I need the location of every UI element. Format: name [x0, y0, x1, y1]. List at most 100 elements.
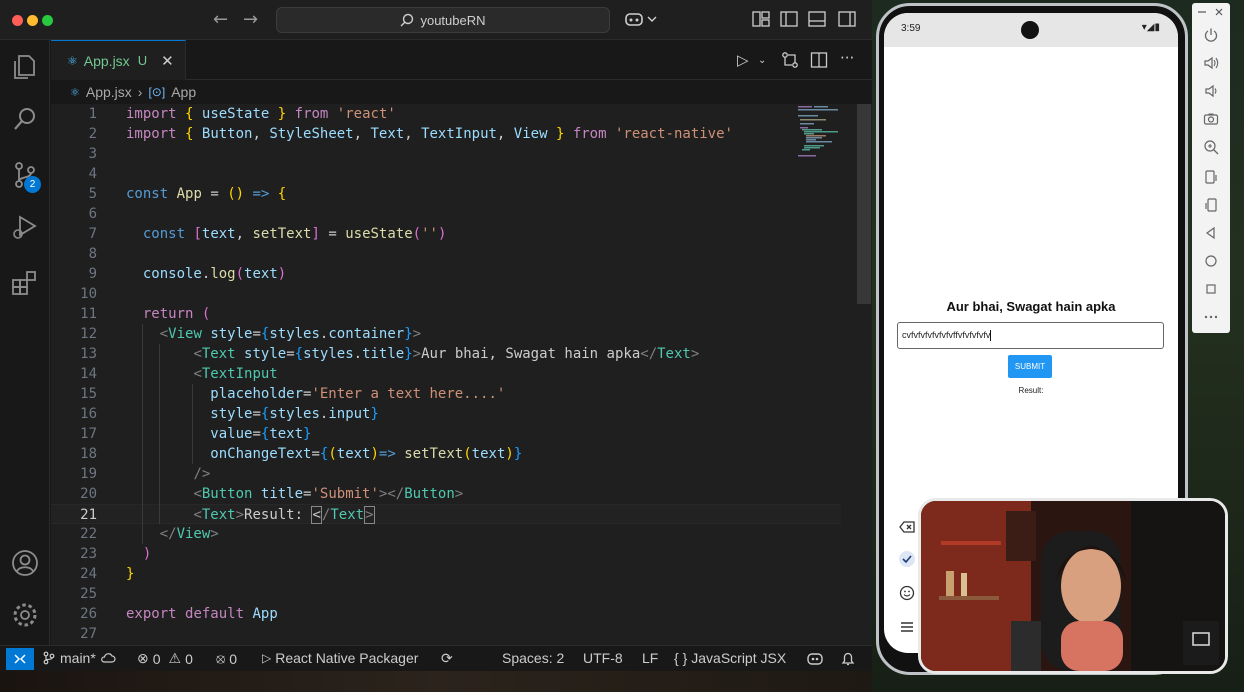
forward-arrow-icon[interactable]: →: [243, 9, 258, 30]
toggle-panel-icon[interactable]: [808, 10, 826, 28]
volume-up-icon[interactable]: [1203, 55, 1219, 71]
sync-cloud-icon: [100, 653, 116, 663]
packager-label: React Native Packager: [275, 650, 419, 666]
eol-status[interactable]: LF: [642, 650, 658, 666]
copilot-status-icon[interactable]: [806, 651, 824, 667]
more-actions-icon[interactable]: ···: [840, 49, 854, 67]
text-caret: [990, 330, 992, 342]
error-icon: ⊗: [137, 650, 149, 666]
power-icon[interactable]: [1203, 27, 1219, 43]
minimize-emulator-icon[interactable]: [1197, 7, 1207, 17]
run-debug-icon[interactable]: [10, 212, 40, 242]
minimize-window-button[interactable]: [27, 15, 38, 26]
overview-square-icon[interactable]: [1203, 281, 1219, 297]
code-line: 24}: [51, 564, 841, 584]
status-bar: main* ⊗ 0 ⚠ 0 ⦻ 0 ▷ React Native Packager ⟳…: [0, 645, 872, 671]
screenshot-camera-icon[interactable]: [1203, 111, 1219, 127]
line-number: 16: [80, 406, 97, 422]
react-native-packager-status[interactable]: ▷ React Native Packager: [262, 650, 418, 666]
breadcrumb-symbol[interactable]: App: [171, 84, 196, 100]
vscode-window: ← → youtubeRN 2 ⚛ App.jsx U ✕ ▷ ⌄ ··· ⚛ …: [0, 0, 872, 672]
warning-icon: ⚠: [168, 650, 182, 666]
breadcrumb: ⚛ App.jsx › [⊙] App: [70, 82, 196, 102]
code-line: 17 value={text}: [51, 424, 841, 444]
tab-app-jsx[interactable]: ⚛ App.jsx U ✕: [51, 40, 186, 80]
volume-down-icon[interactable]: [1203, 83, 1219, 99]
line-number: 2: [88, 126, 97, 142]
app-submit-button[interactable]: SUBMIT: [1008, 355, 1052, 378]
code-line: 27: [51, 624, 841, 644]
source-control-badge: 2: [24, 176, 41, 193]
copilot-icon[interactable]: [624, 10, 658, 28]
indent-guide: [159, 344, 160, 524]
app-result-text: Result:: [1018, 386, 1044, 395]
symbol-variable-icon: [⊙]: [148, 85, 166, 99]
search-icon[interactable]: [10, 104, 40, 134]
ports-count: 0: [229, 650, 238, 667]
breadcrumb-file[interactable]: App.jsx: [86, 84, 132, 100]
language-mode-status[interactable]: { } JavaScript JSX: [674, 650, 786, 666]
more-options-icon[interactable]: [1203, 309, 1219, 325]
close-tab-icon[interactable]: ✕: [161, 52, 174, 70]
line-number: 23: [80, 546, 97, 562]
extensions-icon[interactable]: [10, 268, 40, 298]
close-window-button[interactable]: [12, 15, 23, 26]
error-count: 0: [152, 650, 161, 667]
toggle-secondary-sidebar-icon[interactable]: [838, 10, 856, 28]
close-emulator-icon[interactable]: [1214, 7, 1224, 17]
minimap[interactable]: [796, 104, 846, 164]
title-bar: ← → youtubeRN: [0, 0, 872, 40]
presenter-video-frame: [921, 501, 1225, 671]
toggle-sidebar-icon[interactable]: [780, 10, 798, 28]
run-file-icon[interactable]: ▷: [737, 51, 749, 69]
ports-icon: ⦻: [216, 650, 226, 666]
split-editor-icon[interactable]: [810, 51, 828, 69]
back-arrow-icon[interactable]: ←: [213, 9, 228, 30]
code-line: 18 onChangeText={(text)=> setText(text)}: [51, 444, 841, 464]
code-line: 2 import { Button, StyleSheet, Text, Text…: [51, 124, 841, 144]
rotate-right-icon[interactable]: [1203, 197, 1219, 213]
ports-status[interactable]: ⦻ 0: [216, 650, 237, 667]
account-icon[interactable]: [10, 548, 40, 578]
explorer-icon[interactable]: [10, 52, 40, 82]
remote-indicator[interactable]: [6, 648, 34, 670]
open-changes-icon[interactable]: [781, 51, 799, 69]
emoji-icon[interactable]: [899, 585, 915, 601]
line-number: 3: [88, 146, 97, 162]
line-number: 11: [80, 306, 97, 322]
back-triangle-icon[interactable]: [1203, 225, 1219, 241]
code-line-current: 21 <Text>Result: </Text>: [51, 504, 841, 524]
code-line: 9 console.log(text): [51, 264, 841, 284]
command-center-search[interactable]: youtubeRN: [276, 7, 610, 33]
home-circle-icon[interactable]: [1203, 253, 1219, 269]
refresh-icon[interactable]: ⟳: [441, 650, 453, 667]
checkmark-icon[interactable]: [899, 551, 915, 567]
notifications-bell-icon[interactable]: [840, 651, 856, 667]
encoding-status[interactable]: UTF-8: [583, 650, 623, 666]
settings-gear-icon[interactable]: [10, 600, 40, 630]
indent-guide: [192, 384, 193, 464]
maximize-window-button[interactable]: [42, 15, 53, 26]
line-number: 13: [80, 346, 97, 362]
zoom-icon[interactable]: [1203, 139, 1219, 155]
editor-scrollbar[interactable]: [857, 104, 871, 304]
app-text-input[interactable]: cvfvfvfvfvfvfvffvfvfvfvfv: [897, 322, 1164, 349]
rotate-left-icon[interactable]: [1203, 169, 1219, 185]
git-branch-status[interactable]: main*: [42, 650, 116, 666]
problems-status[interactable]: ⊗ 0 ⚠ 0: [137, 650, 193, 667]
code-line: 23 ): [51, 544, 841, 564]
code-editor[interactable]: 1 import { useState } from 'react' 2 impor…: [51, 104, 872, 645]
layout-customize-icon[interactable]: [752, 10, 770, 28]
line-number: 24: [80, 566, 97, 582]
line-number: 22: [80, 526, 97, 542]
run-dropdown-chevron-icon[interactable]: ⌄: [758, 55, 766, 66]
code-line: 14 <TextInput: [51, 364, 841, 384]
indentation-status[interactable]: Spaces: 2: [502, 650, 564, 666]
code-line: 22 </View>: [51, 524, 841, 544]
clear-input-icon[interactable]: [899, 519, 915, 535]
code-line: 1 import { useState } from 'react': [51, 104, 841, 124]
code-line: 16 style={styles.input}: [51, 404, 841, 424]
menu-icon[interactable]: [899, 619, 915, 635]
code-line: 7 const [text, setText] = useState(''): [51, 224, 841, 244]
app-input-value: cvfvfvfvfvfvfvffvfvfvfvfv: [902, 330, 991, 340]
